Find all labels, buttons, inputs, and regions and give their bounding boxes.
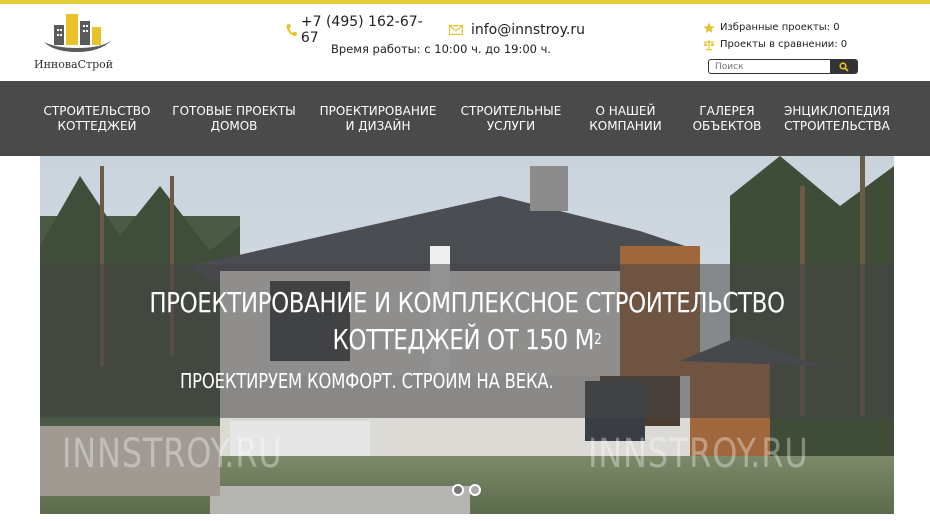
nav-item-construction-services[interactable]: СТРОИТЕЛЬНЫЕ УСЛУГИ	[452, 81, 570, 156]
phone-icon	[286, 24, 297, 37]
slider-dot-2[interactable]	[469, 484, 481, 496]
logo-text: ИнноваСтрой	[34, 58, 114, 71]
hero-title: ПРОЕКТИРОВАНИЕ И КОМПЛЕКСНОЕ СТРОИТЕЛЬСТ…	[117, 284, 817, 358]
mail-icon	[449, 25, 463, 35]
hero-subtitle: ПРОЕКТИРУЕМ КОМФОРТ. СТРОИМ НА ВЕКА.	[180, 369, 554, 393]
nav-item-gallery[interactable]: ГАЛЕРЕЯ ОБЪЕКТОВ	[682, 81, 772, 156]
header: ИнноваСтрой +7 (495) 162-67-67 info@inns…	[0, 4, 930, 81]
hero-title-superscript: 2	[594, 330, 602, 348]
favorites-link[interactable]: Избранные проекты: 0	[703, 19, 913, 36]
search-box	[708, 59, 858, 74]
logo-icon	[44, 14, 112, 52]
watermark-left: INNSTROY.RU	[62, 431, 283, 477]
nav-item-encyclopedia[interactable]: ЭНЦИКЛОПЕДИЯ СТРОИТЕЛЬСТВА	[778, 81, 896, 156]
nav-item-design[interactable]: ПРОЕКТИРОВАНИЕ И ДИЗАЙН	[314, 81, 442, 156]
hero-title-line2: КОТТЕДЖЕЙ ОТ 150 М2	[117, 321, 817, 358]
favorites-label: Избранные проекты: 0	[720, 22, 840, 33]
email-link[interactable]: info@innstroy.ru	[471, 22, 585, 38]
search-icon	[838, 61, 849, 72]
main-nav: СТРОИТЕЛЬСТВО КОТТЕДЖЕЙ ГОТОВЫЕ ПРОЕКТЫ …	[0, 81, 930, 156]
nav-item-ready-projects[interactable]: ГОТОВЫЕ ПРОЕКТЫ ДОМОВ	[170, 81, 298, 156]
search-button[interactable]	[830, 60, 857, 73]
slider-dot-1[interactable]	[452, 484, 464, 496]
nav-item-cottage-construction[interactable]: СТРОИТЕЛЬСТВО КОТТЕДЖЕЙ	[32, 81, 162, 156]
hero-slider: INNSTROY.RU INNSTROY.RU ПРОЕКТИРОВАНИЕ И…	[40, 156, 894, 514]
search-input[interactable]	[709, 60, 831, 73]
page: ИнноваСтрой +7 (495) 162-67-67 info@inns…	[0, 0, 930, 521]
contacts: +7 (495) 162-67-67 info@innstroy.ru Врем…	[285, 14, 585, 56]
nav-item-about[interactable]: О НАШЕЙ КОМПАНИИ	[578, 81, 673, 156]
bottom-strip	[0, 514, 930, 521]
hero-title-line1: ПРОЕКТИРОВАНИЕ И КОМПЛЕКСНОЕ СТРОИТЕЛЬСТ…	[149, 286, 785, 319]
compare-label: Проекты в сравнении: 0	[720, 39, 848, 50]
compare-link[interactable]: Проекты в сравнении: 0	[703, 36, 913, 53]
scales-icon	[703, 39, 715, 50]
star-icon	[703, 22, 715, 33]
slider-dots	[452, 484, 486, 496]
hero-title-line2-text: КОТТЕДЖЕЙ ОТ 150 М	[332, 323, 595, 356]
user-links: Избранные проекты: 0 Проекты в сравнении…	[703, 19, 913, 53]
logo[interactable]: ИнноваСтрой	[32, 12, 122, 72]
watermark-right: INNSTROY.RU	[588, 431, 809, 477]
